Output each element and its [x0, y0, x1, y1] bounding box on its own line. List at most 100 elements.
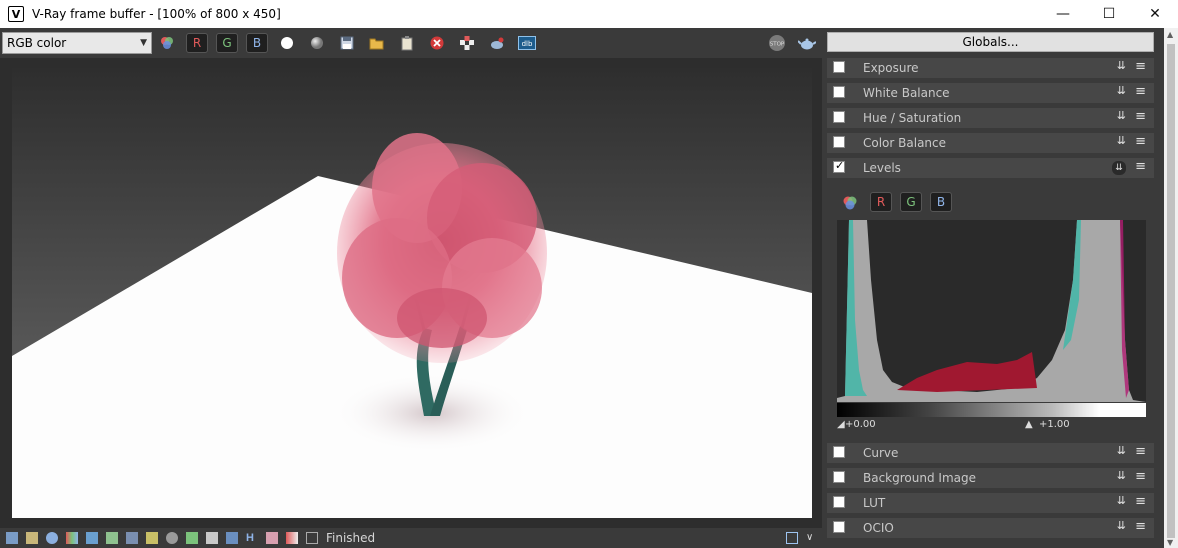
low-marker-icon[interactable]: ◢: [837, 419, 845, 430]
panel-scrollbar[interactable]: ▲ ▼: [1164, 28, 1178, 548]
blue-channel-button[interactable]: B: [246, 33, 268, 53]
hamburger-menu-icon[interactable]: ≡: [1135, 159, 1146, 174]
high-marker-icon[interactable]: ▲: [1025, 419, 1033, 430]
chevron-down-icon: ▼: [140, 38, 147, 48]
layer-row-curve[interactable]: Curve ⇊ ≡: [827, 443, 1154, 463]
save-icon[interactable]: [336, 33, 358, 53]
minimize-button[interactable]: —: [1040, 0, 1086, 28]
expand-chevron-icon[interactable]: ⇊: [1117, 134, 1126, 147]
panel-toggle-icon[interactable]: [786, 532, 798, 544]
hamburger-menu-icon[interactable]: ≡: [1135, 444, 1146, 459]
log-icon[interactable]: [306, 532, 318, 544]
flip-icon[interactable]: [266, 532, 278, 544]
chevron-down-icon[interactable]: ∨: [806, 532, 818, 544]
layer-label: White Balance: [863, 86, 950, 100]
render-teapot-icon[interactable]: [486, 33, 508, 53]
layer-label: Levels: [863, 161, 901, 175]
toolbar: RGB color ▼ R G B dlb STOP: [0, 28, 822, 58]
scroll-thumb[interactable]: [1167, 44, 1175, 538]
panel-header: Globals...: [822, 28, 1164, 58]
layer-label: OCIO: [863, 521, 894, 535]
svg-text:dlb: dlb: [522, 40, 533, 48]
hamburger-menu-icon[interactable]: ≡: [1135, 59, 1146, 74]
expand-chevron-icon[interactable]: ⇊: [1117, 84, 1126, 97]
layer-checkbox[interactable]: [833, 111, 845, 123]
expand-chevron-icon[interactable]: ⇊: [1117, 519, 1126, 532]
levels-blue-button[interactable]: B: [930, 192, 952, 212]
clipboard-icon[interactable]: [396, 33, 418, 53]
levels-editor: R G B ◢ +0.00 ▲ +1.00: [827, 178, 1154, 444]
grey-dot-icon[interactable]: [306, 33, 328, 53]
hamburger-menu-icon[interactable]: ≡: [1135, 134, 1146, 149]
clear-icon[interactable]: [426, 33, 448, 53]
scroll-up-icon[interactable]: ▲: [1167, 30, 1173, 39]
expand-chevron-icon[interactable]: ⇊: [1117, 444, 1126, 457]
layer-checkbox[interactable]: [833, 496, 845, 508]
channel-select[interactable]: RGB color ▼: [2, 32, 152, 54]
layer-label: Background Image: [863, 471, 976, 485]
levels-red-button[interactable]: R: [870, 192, 892, 212]
hamburger-menu-icon[interactable]: ≡: [1135, 519, 1146, 534]
maximize-button[interactable]: ☐: [1086, 0, 1132, 28]
layer-row-hue-saturation[interactable]: Hue / Saturation ⇊ ≡: [827, 108, 1154, 128]
h-icon[interactable]: H: [246, 532, 258, 544]
levels-green-button[interactable]: G: [900, 192, 922, 212]
levels-gradient[interactable]: [837, 403, 1146, 417]
layer-checkbox[interactable]: [833, 446, 845, 458]
scroll-down-icon[interactable]: ▼: [1167, 538, 1173, 547]
layer-row-background-image[interactable]: Background Image ⇊ ≡: [827, 468, 1154, 488]
layer-row-exposure[interactable]: Exposure ⇊ ≡: [827, 58, 1154, 78]
hamburger-menu-icon[interactable]: ≡: [1135, 494, 1146, 509]
white-dot-icon[interactable]: [276, 33, 298, 53]
stop-icon[interactable]: STOP: [766, 33, 788, 53]
settings-icon[interactable]: [166, 532, 178, 544]
lut-icon[interactable]: [226, 532, 238, 544]
collapse-chevron-icon[interactable]: ⇊: [1112, 161, 1126, 175]
display-icon[interactable]: [6, 532, 18, 544]
lens-icon[interactable]: [206, 532, 218, 544]
layer-row-white-balance[interactable]: White Balance ⇊ ≡: [827, 83, 1154, 103]
background-icon[interactable]: [186, 532, 198, 544]
expand-chevron-icon[interactable]: ⇊: [1117, 494, 1126, 507]
layer-row-ocio[interactable]: OCIO ⇊ ≡: [827, 518, 1154, 538]
histogram-icon[interactable]: [126, 532, 138, 544]
region-icon[interactable]: [456, 33, 478, 53]
expand-chevron-icon[interactable]: ⇊: [1117, 469, 1126, 482]
hamburger-menu-icon[interactable]: ≡: [1135, 469, 1146, 484]
layer-checkbox[interactable]: [833, 159, 845, 173]
close-button[interactable]: ✕: [1132, 0, 1178, 28]
svg-text:STOP: STOP: [770, 42, 785, 48]
compare-icon[interactable]: [286, 532, 298, 544]
teapot-icon[interactable]: [796, 33, 818, 53]
levels-icon[interactable]: [106, 532, 118, 544]
globals-button[interactable]: Globals...: [827, 32, 1154, 52]
dlb-icon[interactable]: dlb: [516, 33, 538, 53]
red-channel-button[interactable]: R: [186, 33, 208, 53]
green-channel-button[interactable]: G: [216, 33, 238, 53]
layer-row-color-balance[interactable]: Color Balance ⇊ ≡: [827, 133, 1154, 153]
layer-checkbox[interactable]: [833, 136, 845, 148]
open-folder-icon[interactable]: [366, 33, 388, 53]
hamburger-menu-icon[interactable]: ≡: [1135, 109, 1146, 124]
info-icon[interactable]: [46, 532, 58, 544]
hamburger-menu-icon[interactable]: ≡: [1135, 84, 1146, 99]
layer-checkbox[interactable]: [833, 61, 845, 73]
layer-row-levels[interactable]: Levels ⇊ ≡: [827, 158, 1154, 178]
expand-chevron-icon[interactable]: ⇊: [1117, 109, 1126, 122]
curve-icon[interactable]: [146, 532, 158, 544]
histogram[interactable]: [837, 220, 1146, 402]
layer-checkbox[interactable]: [833, 471, 845, 483]
layer-checkbox[interactable]: [833, 86, 845, 98]
color-channels-icon[interactable]: [156, 33, 178, 53]
rgb-channels-icon[interactable]: [841, 194, 859, 212]
hsl-icon[interactable]: [86, 532, 98, 544]
status-bar: H Finished ∨: [0, 528, 822, 548]
history-icon[interactable]: [26, 532, 38, 544]
color-correction-icon[interactable]: [66, 532, 78, 544]
title-bar: V V-Ray frame buffer - [100% of 800 x 45…: [0, 0, 1178, 28]
render-viewport[interactable]: [0, 58, 822, 528]
layer-checkbox[interactable]: [833, 521, 845, 533]
layer-row-lut[interactable]: LUT ⇊ ≡: [827, 493, 1154, 513]
vray-logo-icon: V: [8, 6, 24, 22]
expand-chevron-icon[interactable]: ⇊: [1117, 59, 1126, 72]
